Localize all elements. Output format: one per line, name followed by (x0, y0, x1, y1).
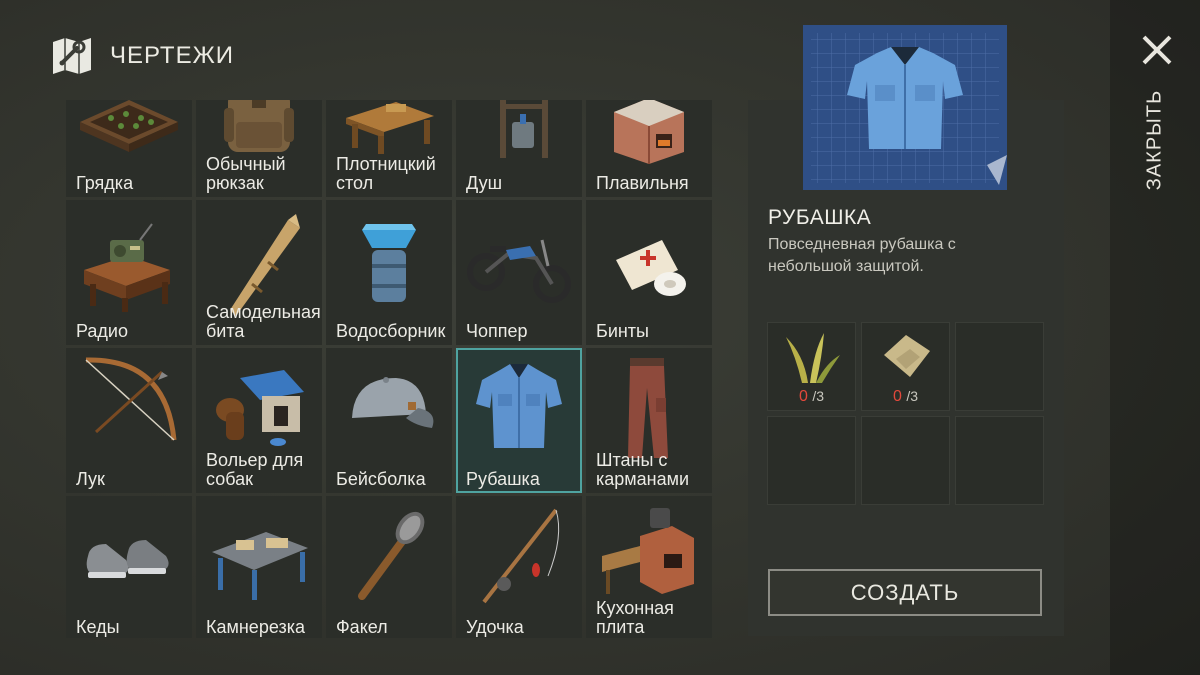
ingredient-slots: 0 /3 0 /3 (767, 322, 1044, 505)
blueprint-sneakers[interactable]: Кеды (66, 496, 192, 638)
blueprint-chopper[interactable]: Чоппер (456, 200, 582, 345)
blueprint-label: Вольер для собак (206, 450, 304, 489)
blueprint-label: Водосборник (336, 321, 446, 341)
blueprint-backpack[interactable]: Обычный рюкзак (196, 100, 322, 197)
blueprint-torch[interactable]: Факел (326, 496, 452, 638)
blueprint-cap[interactable]: Бейсболка (326, 348, 452, 493)
create-button[interactable]: СОЗДАТЬ (768, 569, 1042, 616)
blueprint-label: Плавильня (596, 173, 689, 193)
blueprint-label: Плотницкий стол (336, 154, 436, 193)
cloth-icon (884, 335, 930, 377)
blueprint-label: Бинты (596, 321, 649, 341)
blueprint-label: Камнерезка (206, 617, 305, 637)
blueprint-label: Кухонная плита (596, 598, 674, 637)
ingredient-count: 0 /3 (892, 388, 919, 405)
blueprint-label: Чоппер (466, 321, 528, 341)
plant-fiber-icon (786, 333, 840, 383)
blueprint-bow[interactable]: Лук (66, 348, 192, 493)
blueprint-card (803, 25, 1007, 190)
ingredient-count: 0 /3 (798, 388, 825, 405)
item-description: Повседневная рубашка с небольшой защитой… (768, 236, 956, 275)
ingredient-slot-empty (767, 416, 856, 505)
blueprint-map-icon (53, 38, 91, 74)
blueprint-dog-kennel[interactable]: Вольер для собак (196, 348, 322, 493)
blueprint-fishing-rod[interactable]: Удочка (456, 496, 582, 638)
blueprint-label: Самодельная бита (206, 302, 321, 341)
blueprint-bandage[interactable]: Бинты (586, 200, 712, 345)
ingredient-slot-empty (955, 416, 1044, 505)
blueprint-carpentry-table[interactable]: Плотницкий стол (326, 100, 452, 197)
blueprint-label: Грядка (76, 173, 134, 193)
close-icon[interactable] (1140, 33, 1174, 67)
blueprint-grid: Грядка Обычный рюкзак Плотницкий стол Ду… (66, 100, 712, 638)
blueprint-grid-viewport[interactable]: Грядка Обычный рюкзак Плотницкий стол Ду… (66, 100, 714, 638)
page-title: ЧЕРТЕЖИ (110, 42, 235, 69)
blueprint-bat[interactable]: Самодельная бита (196, 200, 322, 345)
blueprint-label: Кеды (76, 617, 120, 637)
ingredient-slot[interactable]: 0 /3 (861, 322, 950, 411)
ingredient-slot-empty (861, 416, 950, 505)
blueprint-label: Бейсболка (336, 469, 426, 489)
blueprint-shower[interactable]: Душ (456, 100, 582, 197)
ingredient-slot-empty (955, 322, 1044, 411)
blueprint-radio[interactable]: Радио (66, 200, 192, 345)
blueprint-shirt[interactable]: Рубашка (456, 348, 582, 493)
blueprint-label: Радио (76, 321, 128, 341)
blueprint-label: Факел (336, 617, 388, 637)
blueprint-label: Душ (466, 173, 503, 193)
blueprint-kitchen-stove[interactable]: Кухонная плита (586, 496, 712, 638)
blueprint-label: Лук (76, 469, 105, 489)
blueprint-garden-bed[interactable]: Грядка (66, 100, 192, 197)
close-label[interactable]: ЗАКРЫТЬ (1144, 90, 1167, 190)
blueprint-furnace[interactable]: Плавильня (586, 100, 712, 197)
blueprint-water-collector[interactable]: Водосборник (326, 200, 452, 345)
blueprint-label: Рубашка (466, 469, 540, 489)
blueprints-header: ЧЕРТЕЖИ (50, 34, 234, 78)
blueprint-stone-cutter[interactable]: Камнерезка (196, 496, 322, 638)
ingredient-slot[interactable]: 0 /3 (767, 322, 856, 411)
blueprint-label: Обычный рюкзак (206, 154, 286, 193)
item-title: РУБАШКА (768, 206, 872, 229)
blueprint-pants[interactable]: Штаны с карманами (586, 348, 712, 493)
blueprint-label: Штаны с карманами (596, 450, 690, 489)
blueprint-label: Удочка (466, 617, 524, 637)
